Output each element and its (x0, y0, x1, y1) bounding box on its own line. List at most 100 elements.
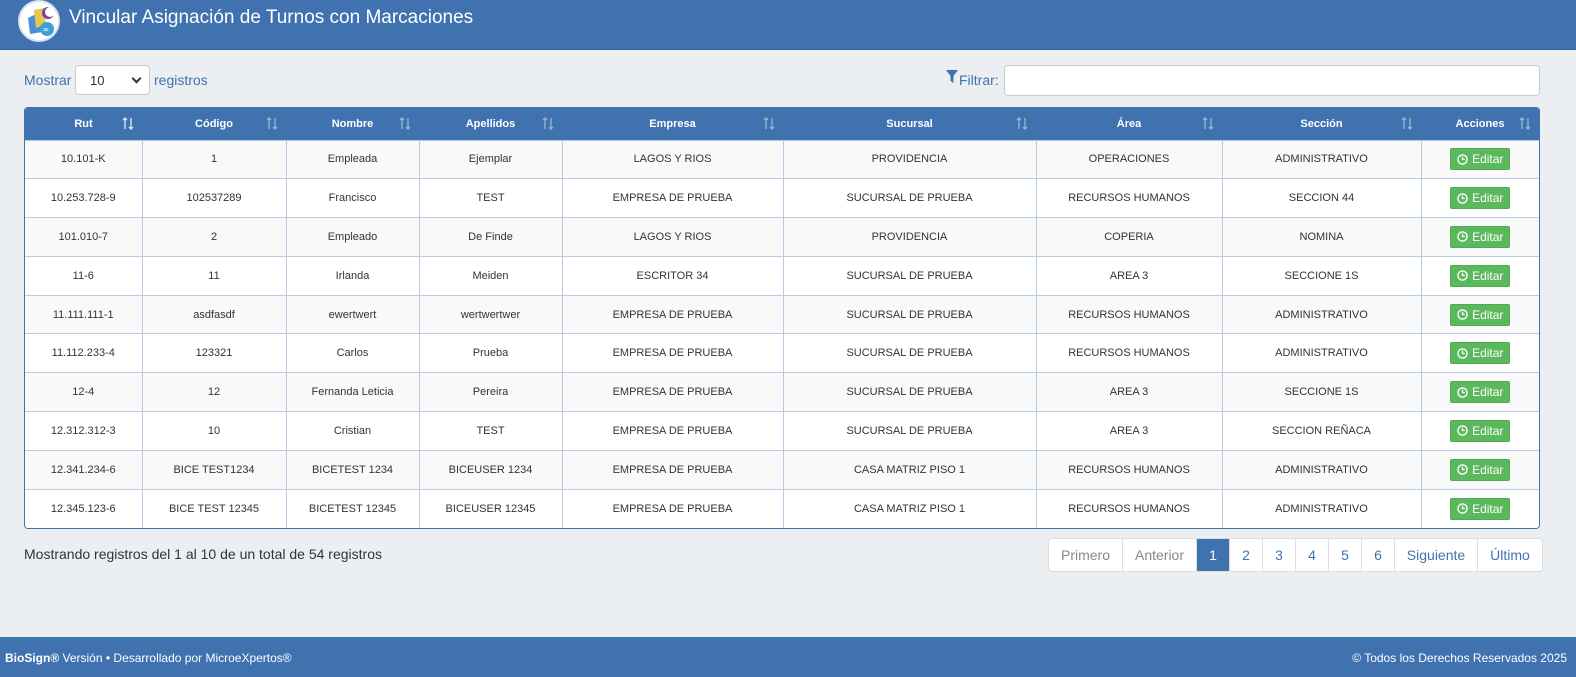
table-cell: 11-6 (25, 255, 143, 296)
table-cell: CASA MATRIZ PISO 1 (783, 449, 1037, 490)
edit-button[interactable]: Editar (1450, 148, 1511, 171)
pagination-page[interactable]: 2 (1230, 539, 1263, 571)
table-cell: Fernanda Leticia (286, 372, 420, 412)
edit-button-label: Editar (1472, 501, 1504, 516)
sort-icon (1202, 117, 1214, 130)
page-size-select[interactable]: 10 (75, 65, 150, 95)
table-cell: Ejemplar (419, 139, 563, 179)
table-cell: 11.111.111-1 (25, 294, 143, 334)
actions-cell: Editar (1421, 139, 1539, 179)
app-header: ∞ Vincular Asignación de Turnos con Marc… (0, 0, 1576, 50)
table-cell: EMPRESA DE PRUEBA (562, 449, 784, 490)
table-cell: CASA MATRIZ PISO 1 (783, 488, 1037, 528)
pagination-page[interactable]: 3 (1263, 539, 1296, 571)
table-cell: BICE TEST 12345 (142, 488, 287, 528)
table-cell: TEST (419, 411, 563, 451)
table-cell: ADMINISTRATIVO (1222, 333, 1422, 373)
clock-icon (1457, 270, 1468, 282)
table-cell: 123321 (142, 333, 287, 373)
table-cell: SUCURSAL DE PRUEBA (783, 255, 1037, 296)
edit-button[interactable]: Editar (1450, 458, 1511, 481)
pagination-last[interactable]: Último (1478, 539, 1542, 571)
actions-cell: Editar (1421, 178, 1539, 218)
table-cell: PROVIDENCIA (783, 217, 1037, 257)
table-cell: 10 (142, 411, 287, 451)
column-header[interactable]: Acciones (1421, 108, 1539, 140)
pagination-prev[interactable]: Anterior (1123, 539, 1197, 571)
table-cell: BICEUSER 1234 (419, 449, 563, 490)
table-cell: EMPRESA DE PRUEBA (562, 488, 784, 528)
table-cell: Carlos (286, 333, 420, 373)
edit-button[interactable]: Editar (1450, 342, 1511, 365)
column-header-label: Nombre (331, 117, 374, 130)
table-cell: TEST (419, 178, 563, 218)
clock-icon (1457, 154, 1468, 165)
column-header[interactable]: Nombre (286, 108, 419, 140)
table-cell: Francisco (286, 178, 420, 218)
table-cell: 11 (142, 255, 287, 296)
table-cell: NOMINA (1222, 217, 1422, 257)
column-header[interactable]: Código (142, 108, 286, 140)
clock-icon (1457, 309, 1468, 320)
edit-button[interactable]: Editar (1450, 419, 1511, 442)
table-cell: AREA 3 (1036, 372, 1223, 412)
table-cell: EMPRESA DE PRUEBA (562, 411, 784, 451)
table-row: 12.312.312-3 10 Cristian TEST EMPRESA DE PRU… (25, 411, 1539, 451)
edit-button[interactable]: Editar (1450, 225, 1511, 248)
edit-button[interactable]: Editar (1450, 497, 1511, 520)
column-header[interactable]: Apellidos (419, 108, 562, 140)
table-cell: RECURSOS HUMANOS (1036, 449, 1223, 490)
table-cell: ESCRITOR 34 (562, 255, 784, 296)
pagination-page[interactable]: 6 (1362, 539, 1395, 571)
table-row: 10.101-K 1 Empleada Ejemplar LAGOS Y RIOS PRO… (25, 139, 1539, 179)
table-cell: RECURSOS HUMANOS (1036, 488, 1223, 528)
edit-button[interactable]: Editar (1450, 381, 1511, 404)
column-header-label: Empresa (649, 117, 696, 130)
column-header[interactable]: Empresa (562, 108, 783, 140)
pagination-page[interactable]: 5 (1329, 539, 1362, 571)
table-cell: RECURSOS HUMANOS (1036, 178, 1223, 218)
table-cell: SUCURSAL DE PRUEBA (783, 372, 1037, 412)
table-cell: wertwertwer (419, 294, 563, 334)
table-cell: ADMINISTRATIVO (1222, 449, 1422, 490)
table-row: 11.111.111-1 asdfasdf ewertwert wertwertwer… (25, 294, 1539, 334)
sort-icon (1016, 117, 1028, 130)
table-row: 12.341.234-6 BICE TEST1234 BICETEST 1234 BI… (25, 449, 1539, 490)
actions-cell: Editar (1421, 333, 1539, 373)
table-cell: LAGOS Y RIOS (562, 217, 784, 257)
table-cell: Irlanda (286, 255, 420, 296)
pagination-first[interactable]: Primero (1049, 539, 1123, 571)
actions-cell: Editar (1421, 372, 1539, 412)
table-cell: SUCURSAL DE PRUEBA (783, 333, 1037, 373)
column-header-label: Apellidos (465, 117, 516, 130)
biosign-logo-icon[interactable]: ∞ (18, 0, 60, 42)
edit-button[interactable]: Editar (1450, 264, 1511, 287)
column-header[interactable]: Sucursal (783, 108, 1036, 140)
clock-icon (1457, 464, 1468, 476)
table-cell: AREA 3 (1036, 255, 1223, 296)
table-cell: OPERACIONES (1036, 139, 1223, 179)
table-cell: ADMINISTRATIVO (1222, 488, 1422, 528)
table-cell: SUCURSAL DE PRUEBA (783, 411, 1037, 451)
edit-button[interactable]: Editar (1450, 303, 1511, 326)
table-cell: EMPRESA DE PRUEBA (562, 178, 784, 218)
column-header[interactable]: Sección (1222, 108, 1421, 140)
sort-icon (542, 117, 554, 130)
table-cell: 12 (142, 372, 287, 412)
table-row: 10.253.728-9 102537289 Francisco TEST EMPRES… (25, 178, 1539, 218)
column-header-label: Código (195, 117, 233, 130)
column-header[interactable]: Área (1036, 108, 1222, 140)
filter-input[interactable] (1004, 65, 1540, 96)
edit-button[interactable]: Editar (1450, 187, 1511, 210)
column-header[interactable]: Rut (25, 108, 142, 140)
pagination-next[interactable]: Siguiente (1395, 539, 1478, 571)
table-cell: SECCIONE 1S (1222, 255, 1422, 296)
pagination-page[interactable]: 4 (1296, 539, 1329, 571)
edit-button-label: Editar (1472, 423, 1504, 438)
pagination-page[interactable]: 1 (1197, 539, 1230, 571)
table-cell: SECCION 44 (1222, 178, 1422, 218)
edit-button-label: Editar (1472, 229, 1504, 244)
clock-icon (1457, 231, 1468, 243)
table-cell: ADMINISTRATIVO (1222, 139, 1422, 179)
filter-icon (946, 70, 958, 83)
